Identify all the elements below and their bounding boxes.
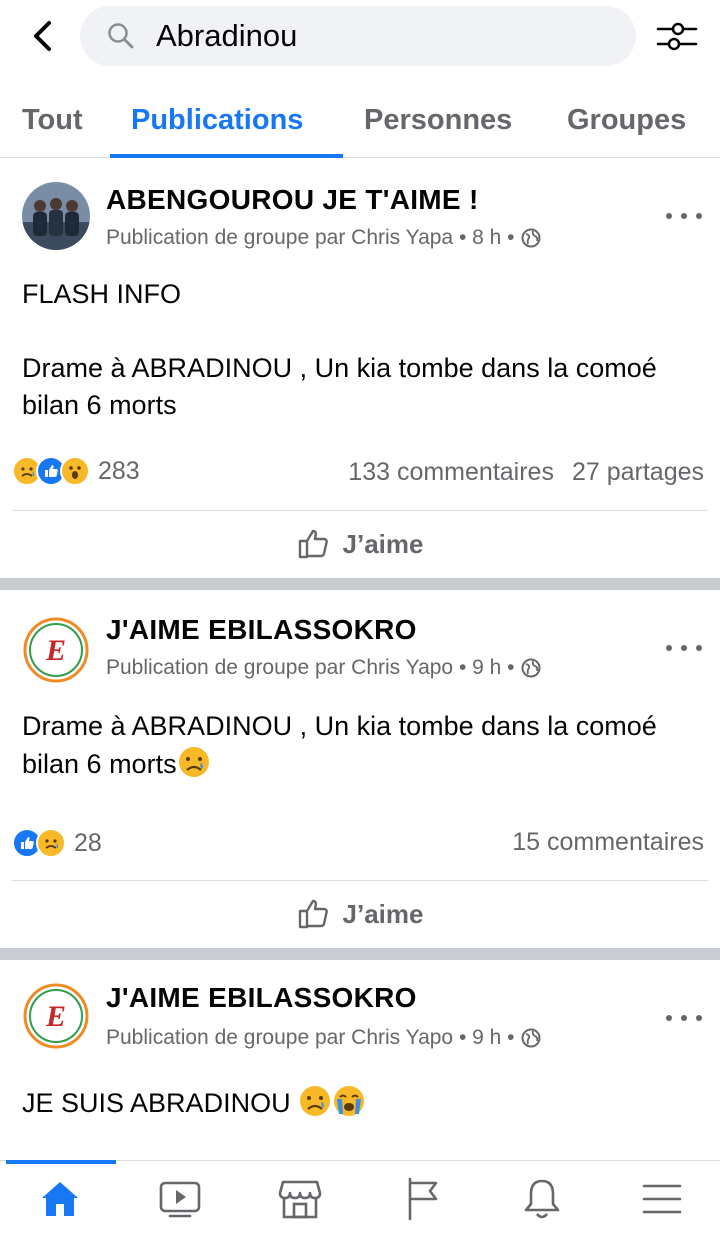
globe-icon <box>521 228 541 248</box>
search-icon <box>106 21 136 51</box>
shares-count[interactable]: 27 partages <box>572 458 704 486</box>
tab-all[interactable]: Tout <box>22 104 83 137</box>
wow-reaction-icon <box>60 456 90 486</box>
bottom-navigation <box>0 1160 720 1236</box>
comments-count[interactable]: 15 commentaires <box>512 828 704 856</box>
more-options-button[interactable] <box>666 206 702 226</box>
post-stats: 15 commentaires <box>512 828 704 857</box>
tab-groups[interactable]: Groupes <box>567 104 686 137</box>
group-name[interactable]: ABENGOUROU JE T'AIME ! <box>106 184 479 216</box>
reactions-summary[interactable]: 283 <box>12 456 140 486</box>
post-text-body: JE SUIS ABRADINOU <box>22 1084 702 1122</box>
active-tab-indicator <box>110 154 343 158</box>
more-options-button[interactable] <box>666 638 702 658</box>
bell-icon <box>524 1179 560 1219</box>
post-meta-text: Publication de groupe par Chris Yapa • 8… <box>106 226 515 249</box>
post-separator <box>0 948 720 960</box>
tab-people[interactable]: Personnes <box>364 104 512 137</box>
post-meta-text: Publication de groupe par Chris Yapo • 9… <box>106 1026 515 1049</box>
svg-text:E: E <box>45 1000 66 1033</box>
menu-icon <box>642 1184 682 1214</box>
sad-face-emoji-icon <box>300 1086 331 1116</box>
reactions-count: 28 <box>74 828 102 857</box>
search-tabs: Tout Publications Personnes Groupes <box>0 90 720 158</box>
group-avatar[interactable] <box>22 182 90 250</box>
post-text-body: Drame à ABRADINOU , Un kia tombe dans la… <box>22 353 657 420</box>
post-stats: 133 commentaires 27 partages <box>348 458 704 487</box>
svg-text:E: E <box>45 634 66 667</box>
sad-reaction-icon <box>36 828 66 858</box>
video-icon <box>159 1181 201 1218</box>
post-text-headline: FLASH INFO <box>22 279 182 309</box>
post-text: Drame à ABRADINOU , Un kia tombe dans la… <box>22 711 657 779</box>
active-nav-indicator <box>6 1160 116 1164</box>
nav-pages[interactable] <box>392 1175 452 1223</box>
post-meta: Publication de groupe par Chris Yapo • 9… <box>106 656 541 680</box>
reactions-summary[interactable]: 28 <box>12 828 102 858</box>
search-bar[interactable] <box>80 6 636 66</box>
filter-icon <box>656 22 698 51</box>
group-avatar[interactable]: E <box>22 616 90 684</box>
like-label: J’aime <box>342 528 424 559</box>
marketplace-icon <box>278 1180 322 1219</box>
filter-button[interactable] <box>652 18 702 54</box>
search-input[interactable] <box>156 18 596 54</box>
more-icon <box>666 213 672 219</box>
group-avatar[interactable]: E <box>22 982 90 1050</box>
group-name[interactable]: J'AIME EBILASSOKRO <box>106 982 417 1014</box>
back-button[interactable] <box>22 16 62 56</box>
header <box>0 0 720 80</box>
pages-flag-icon <box>408 1177 438 1221</box>
more-options-button[interactable] <box>666 1008 702 1028</box>
post-meta: Publication de groupe par Chris Yapo • 9… <box>106 1026 541 1050</box>
back-arrow-icon <box>34 21 51 51</box>
globe-icon <box>521 1028 541 1048</box>
like-button[interactable]: J’aime <box>0 528 720 560</box>
group-name[interactable]: J'AIME EBILASSOKRO <box>106 614 417 646</box>
sad-face-emoji-icon <box>178 747 209 777</box>
globe-icon <box>521 658 541 678</box>
more-icon <box>666 645 672 651</box>
reactions-count: 283 <box>98 456 140 485</box>
nav-menu[interactable] <box>632 1175 692 1223</box>
like-thumb-icon <box>298 529 328 559</box>
post-text-body: Drame à ABRADINOU , Un kia tombe dans la… <box>22 708 682 783</box>
post-separator <box>0 578 720 590</box>
home-icon <box>42 1182 78 1216</box>
tab-posts[interactable]: Publications <box>131 104 303 137</box>
post-card: ABENGOUROU JE T'AIME ! Publication de gr… <box>0 160 720 578</box>
more-icon <box>666 1015 672 1021</box>
divider <box>12 510 708 511</box>
divider <box>12 880 708 881</box>
post-meta: Publication de groupe par Chris Yapa • 8… <box>106 226 541 250</box>
post-card: E J'AIME EBILASSOKRO Publication de grou… <box>0 590 720 948</box>
nav-video[interactable] <box>150 1175 210 1223</box>
like-button[interactable]: J’aime <box>0 898 720 930</box>
post-card: E J'AIME EBILASSOKRO Publication de grou… <box>0 960 720 1160</box>
nav-notifications[interactable] <box>512 1175 572 1223</box>
nav-home[interactable] <box>30 1175 90 1223</box>
post-text: JE SUIS ABRADINOU <box>22 1088 299 1118</box>
post-meta-text: Publication de groupe par Chris Yapo • 9… <box>106 656 515 679</box>
like-thumb-icon <box>298 899 328 929</box>
like-label: J’aime <box>342 898 424 929</box>
crying-face-emoji-icon <box>334 1086 365 1116</box>
nav-marketplace[interactable] <box>270 1175 330 1223</box>
comments-count[interactable]: 133 commentaires <box>348 458 554 486</box>
